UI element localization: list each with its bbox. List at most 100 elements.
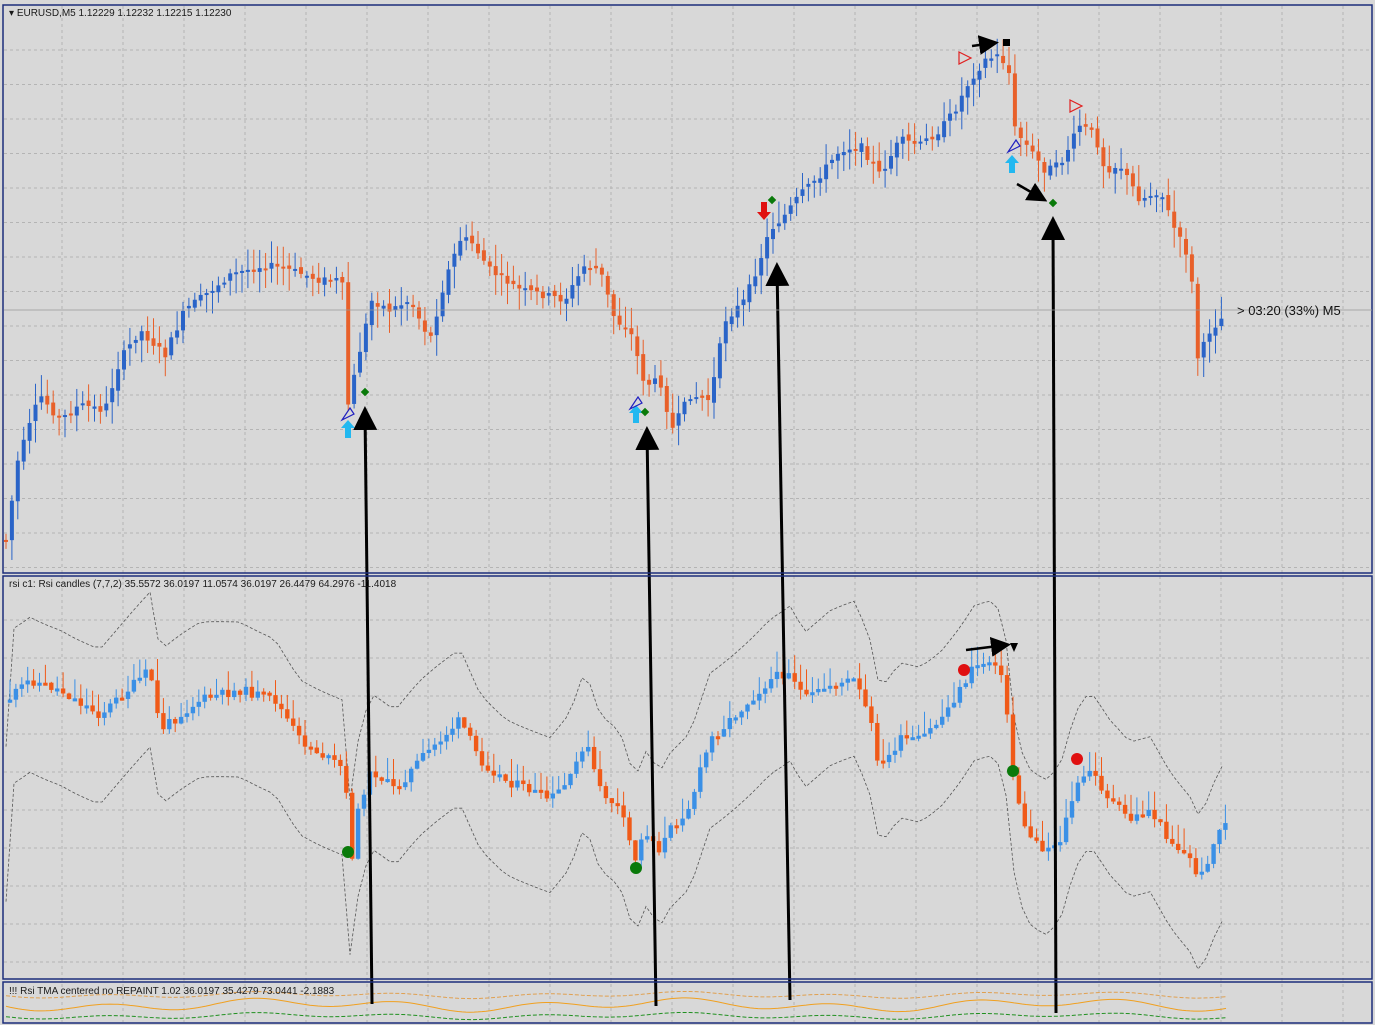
rsi-candle-body bbox=[875, 722, 880, 761]
price-candle-body bbox=[847, 149, 852, 153]
rsi-candle-body bbox=[60, 688, 66, 694]
rsi-candle-body bbox=[1176, 843, 1181, 851]
rsi-candle-body bbox=[680, 818, 685, 826]
rsi-candle-body bbox=[102, 712, 107, 718]
rsi-candle-body bbox=[1199, 871, 1204, 875]
rsi-candle-body bbox=[822, 688, 827, 692]
price-candle-body bbox=[1007, 65, 1011, 74]
rsi-candle-body bbox=[1099, 775, 1104, 791]
price-candle-body bbox=[399, 305, 404, 309]
price-candle-body bbox=[912, 140, 917, 144]
rsi-candle-body bbox=[302, 735, 308, 747]
price-candle-body bbox=[582, 266, 587, 274]
rsi-candle-body bbox=[633, 840, 638, 861]
rsi-candle-body bbox=[43, 682, 48, 686]
price-candle-body bbox=[594, 265, 598, 269]
price-candle-body bbox=[859, 143, 864, 152]
rsi-candle-body bbox=[1152, 809, 1157, 820]
price-candle-body bbox=[546, 293, 551, 296]
price-countdown-label: > 03:20 (33%) M5 bbox=[1237, 303, 1341, 318]
price-candle-body bbox=[835, 153, 840, 161]
rsi-candle-body bbox=[125, 691, 131, 699]
price-candle-body bbox=[15, 460, 20, 502]
price-candle-body bbox=[245, 269, 250, 272]
rsi-candle-body bbox=[609, 798, 614, 804]
price-candle-body bbox=[617, 315, 622, 325]
main-pane-title-text: EURUSD,M5 1.12229 1.12232 1.12215 1.1223… bbox=[16, 8, 232, 19]
rsi-candle-body bbox=[916, 735, 921, 739]
rsi-red-dot bbox=[1071, 753, 1083, 765]
rsi-candle-body bbox=[249, 686, 255, 698]
price-candle-body bbox=[853, 148, 858, 151]
price-candle-body bbox=[1107, 166, 1112, 173]
price-candle-body bbox=[552, 290, 557, 297]
main-pane-title: ▾ EURUSD,M5 1.12229 1.12232 1.12215 1.12… bbox=[9, 8, 231, 19]
price-candle-body bbox=[458, 240, 463, 256]
rsi-candle-body bbox=[763, 688, 768, 694]
rsi-candle-body bbox=[214, 694, 219, 698]
price-candle-body bbox=[328, 279, 333, 282]
pane-frames bbox=[2, 4, 1373, 1024]
rsi-candle-body bbox=[757, 693, 762, 701]
rsi-candle-body bbox=[261, 691, 266, 695]
price-candle-body bbox=[169, 337, 174, 356]
rsi-candle-body bbox=[391, 779, 396, 787]
rsi-candle-body bbox=[468, 727, 473, 736]
rsi-candle-body bbox=[1040, 840, 1045, 852]
rsi-candle-body bbox=[420, 753, 426, 761]
rsi-candle-body bbox=[1087, 770, 1092, 777]
rsi-candle-body bbox=[232, 690, 237, 698]
price-candle-body bbox=[688, 399, 693, 402]
rsi-candle-body bbox=[267, 692, 272, 696]
rsi-pane-frame bbox=[2, 575, 1373, 980]
rsi-candle-body bbox=[1211, 844, 1216, 864]
price-candle-body bbox=[1077, 125, 1082, 133]
collapse-triangle-icon[interactable]: ▾ bbox=[9, 8, 14, 19]
rsi-candle-body bbox=[969, 666, 974, 684]
rsi-candle-body bbox=[999, 665, 1004, 676]
rsi-candle-body bbox=[473, 735, 479, 752]
rsi-candle-body bbox=[668, 825, 673, 838]
buy-arrow-icon bbox=[1005, 155, 1019, 173]
rsi-candle-body bbox=[768, 679, 774, 689]
rsi-candle-body bbox=[721, 729, 727, 737]
rsi-candle-body bbox=[1093, 770, 1098, 776]
rsi-candle-body bbox=[615, 803, 620, 807]
price-candle-body bbox=[228, 273, 233, 281]
price-candle-body bbox=[570, 285, 575, 299]
price-candle-body bbox=[865, 146, 870, 160]
rsi-candle-body bbox=[314, 747, 319, 754]
price-candle-body bbox=[782, 214, 787, 224]
rsi-candle-body bbox=[662, 837, 668, 853]
rsi-candle-body bbox=[521, 780, 526, 785]
annotation-arrow bbox=[765, 262, 792, 1001]
price-candles bbox=[4, 38, 1224, 560]
price-candle-body bbox=[440, 292, 445, 317]
rsi-candle-body bbox=[497, 774, 502, 778]
price-candle-body bbox=[51, 402, 56, 416]
price-candle-body bbox=[281, 266, 286, 269]
chart-canvas[interactable] bbox=[0, 0, 1375, 1025]
rsi-candle-body bbox=[1134, 814, 1140, 821]
rsi-candle-body bbox=[881, 760, 886, 764]
price-candle-body bbox=[1119, 168, 1124, 171]
price-candle-body bbox=[92, 406, 97, 409]
rsi-candle-body bbox=[751, 700, 756, 705]
price-candle-body bbox=[776, 223, 781, 227]
price-candle-body bbox=[1148, 195, 1153, 198]
rsi-candle-body bbox=[96, 711, 101, 718]
rsi-candle-body bbox=[810, 692, 815, 696]
price-candle-body bbox=[830, 159, 834, 164]
price-candle-body bbox=[352, 374, 357, 404]
rsi-candle-body bbox=[1193, 858, 1199, 875]
rsi-candle-body bbox=[816, 688, 821, 693]
price-candle-body bbox=[116, 369, 121, 391]
price-candle-body bbox=[505, 275, 510, 284]
rsi-candle-body bbox=[131, 679, 137, 692]
price-candle-body bbox=[74, 406, 79, 416]
price-candle-body bbox=[906, 134, 911, 141]
price-candle-body bbox=[605, 275, 610, 295]
price-candle-body bbox=[818, 178, 823, 183]
main-pane-frame bbox=[2, 4, 1373, 574]
rsi-candle-body bbox=[72, 698, 78, 702]
